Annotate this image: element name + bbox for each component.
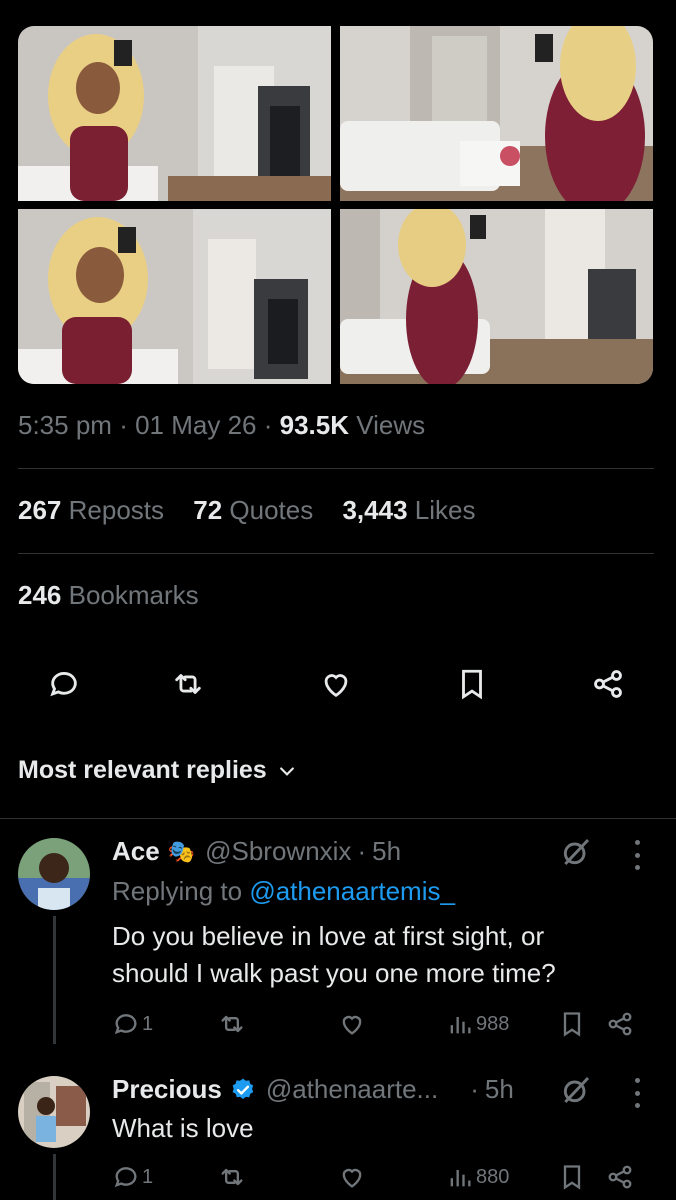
reply-views-count: 988	[476, 1012, 510, 1035]
views-icon	[450, 1170, 471, 1187]
reply-text-line: should I walk past you one more time?	[112, 958, 556, 988]
replying-to: Replying to @athenaartemis_	[112, 876, 455, 907]
replies-sort-dropdown[interactable]: Most relevant replies	[18, 756, 297, 785]
photo-2[interactable]	[340, 26, 653, 201]
reply-author-handle[interactable]: @Sbrownxix	[205, 836, 351, 867]
separator: ·	[470, 1074, 479, 1104]
reposts-stat[interactable]: 267 Reposts	[18, 495, 171, 525]
repost-icon	[221, 1015, 243, 1033]
replying-prefix: Replying to	[112, 876, 243, 906]
avatar[interactable]	[18, 838, 90, 910]
reply-share-button[interactable]	[606, 1010, 634, 1038]
post-time: 5:35 pm	[18, 410, 112, 440]
reply-text-line: Do you believe in love at first sight, o…	[112, 921, 545, 951]
views-count: 93.5K	[279, 410, 350, 440]
reposts-label: Reposts	[68, 495, 165, 525]
bookmarks-label: Bookmarks	[68, 580, 199, 610]
reply-count: 1	[142, 1012, 154, 1035]
like-icon	[342, 1168, 362, 1188]
reply-header: Precious @athenaarte... · 5h	[112, 1074, 514, 1105]
quotes-label: Quotes	[229, 495, 314, 525]
share-icon	[608, 1012, 632, 1036]
reply-icon	[114, 1014, 137, 1035]
reply-time: 5h	[484, 1074, 514, 1104]
reply-views-button[interactable]: 988	[446, 1010, 509, 1038]
separator: ·	[357, 836, 367, 866]
bookmark-icon	[563, 1165, 581, 1190]
separator: ·	[119, 410, 128, 440]
reply-bookmark-button[interactable]	[558, 1163, 586, 1191]
divider	[18, 468, 654, 469]
reply-action-bar: 1 880	[112, 1163, 652, 1195]
replies-sort-label: Most relevant replies	[18, 756, 267, 784]
reply-author-handle[interactable]: @athenaarte...	[266, 1074, 438, 1105]
more-options-icon[interactable]	[632, 1078, 642, 1108]
like-icon	[342, 1015, 362, 1035]
views-icon	[450, 1017, 471, 1034]
reply-reply-button[interactable]: 1	[112, 1163, 153, 1191]
reply-views-button[interactable]: 880	[446, 1163, 509, 1191]
verified-badge-icon	[232, 1078, 254, 1099]
photo-4[interactable]	[340, 209, 653, 384]
divider	[0, 818, 676, 819]
post-action-bar	[0, 660, 676, 708]
reply-author-emoji: 🎭	[167, 838, 196, 864]
photo-3[interactable]	[18, 209, 331, 384]
thread-line	[53, 916, 56, 1044]
share-icon[interactable]	[584, 660, 632, 708]
reply-like-button[interactable]	[338, 1163, 366, 1191]
like-icon[interactable]	[312, 660, 360, 708]
avatar[interactable]	[18, 1076, 90, 1148]
reply-like-button[interactable]	[338, 1010, 366, 1038]
likes-stat[interactable]: 3,443 Likes	[342, 495, 475, 525]
repost-icon	[221, 1168, 243, 1186]
bookmark-icon	[563, 1012, 581, 1037]
bookmarks-count: 246	[18, 580, 62, 610]
replying-to-link[interactable]: @athenaartemis_	[249, 876, 455, 906]
grok-icon[interactable]	[560, 1074, 592, 1106]
reply-text: What is love	[112, 1110, 632, 1147]
chevron-down-icon	[279, 766, 294, 776]
reply-header: Ace 🎭 @Sbrownxix · 5h	[112, 836, 401, 867]
reply-author-name[interactable]: Precious	[112, 1074, 222, 1105]
engagement-stats: 267 Reposts 72 Quotes 3,443 Likes	[18, 495, 497, 526]
likes-label: Likes	[414, 495, 476, 525]
thread-line	[53, 1154, 56, 1200]
repost-icon[interactable]	[164, 660, 212, 708]
quotes-stat[interactable]: 72 Quotes	[193, 495, 320, 525]
reply-icon	[114, 1167, 137, 1188]
bookmark-icon[interactable]	[448, 660, 496, 708]
separator: ·	[263, 410, 273, 440]
reply-time: 5h	[372, 836, 402, 866]
reply-action-bar: 1 988	[112, 1010, 652, 1042]
reposts-count: 267	[18, 495, 62, 525]
photo-1[interactable]	[18, 26, 331, 201]
post-timestamp: 5:35 pm · 01 May 26 · 93.5K Views	[18, 410, 425, 441]
reply-text: Do you believe in love at first sight, o…	[112, 918, 632, 992]
reply-share-button[interactable]	[606, 1163, 634, 1191]
reply-count: 1	[142, 1165, 154, 1188]
likes-count: 3,443	[342, 495, 408, 525]
reply-views-count: 880	[476, 1165, 510, 1188]
media-grid	[18, 26, 653, 384]
grok-icon[interactable]	[560, 836, 592, 868]
reply-repost-button[interactable]	[218, 1010, 246, 1038]
quotes-count: 72	[193, 495, 223, 525]
views-label: Views	[356, 410, 426, 440]
post-date: 01 May 26	[135, 410, 257, 440]
reply-author-name[interactable]: Ace	[112, 836, 160, 867]
reply-reply-button[interactable]: 1	[112, 1010, 153, 1038]
divider	[18, 553, 654, 554]
bookmarks-stat[interactable]: 246 Bookmarks	[18, 580, 199, 611]
reply-bookmark-button[interactable]	[558, 1010, 586, 1038]
reply-icon[interactable]	[40, 660, 88, 708]
more-options-icon[interactable]	[632, 840, 642, 870]
reply-text-line: What is love	[112, 1113, 254, 1143]
reply-repost-button[interactable]	[218, 1163, 246, 1191]
share-icon	[608, 1165, 632, 1189]
